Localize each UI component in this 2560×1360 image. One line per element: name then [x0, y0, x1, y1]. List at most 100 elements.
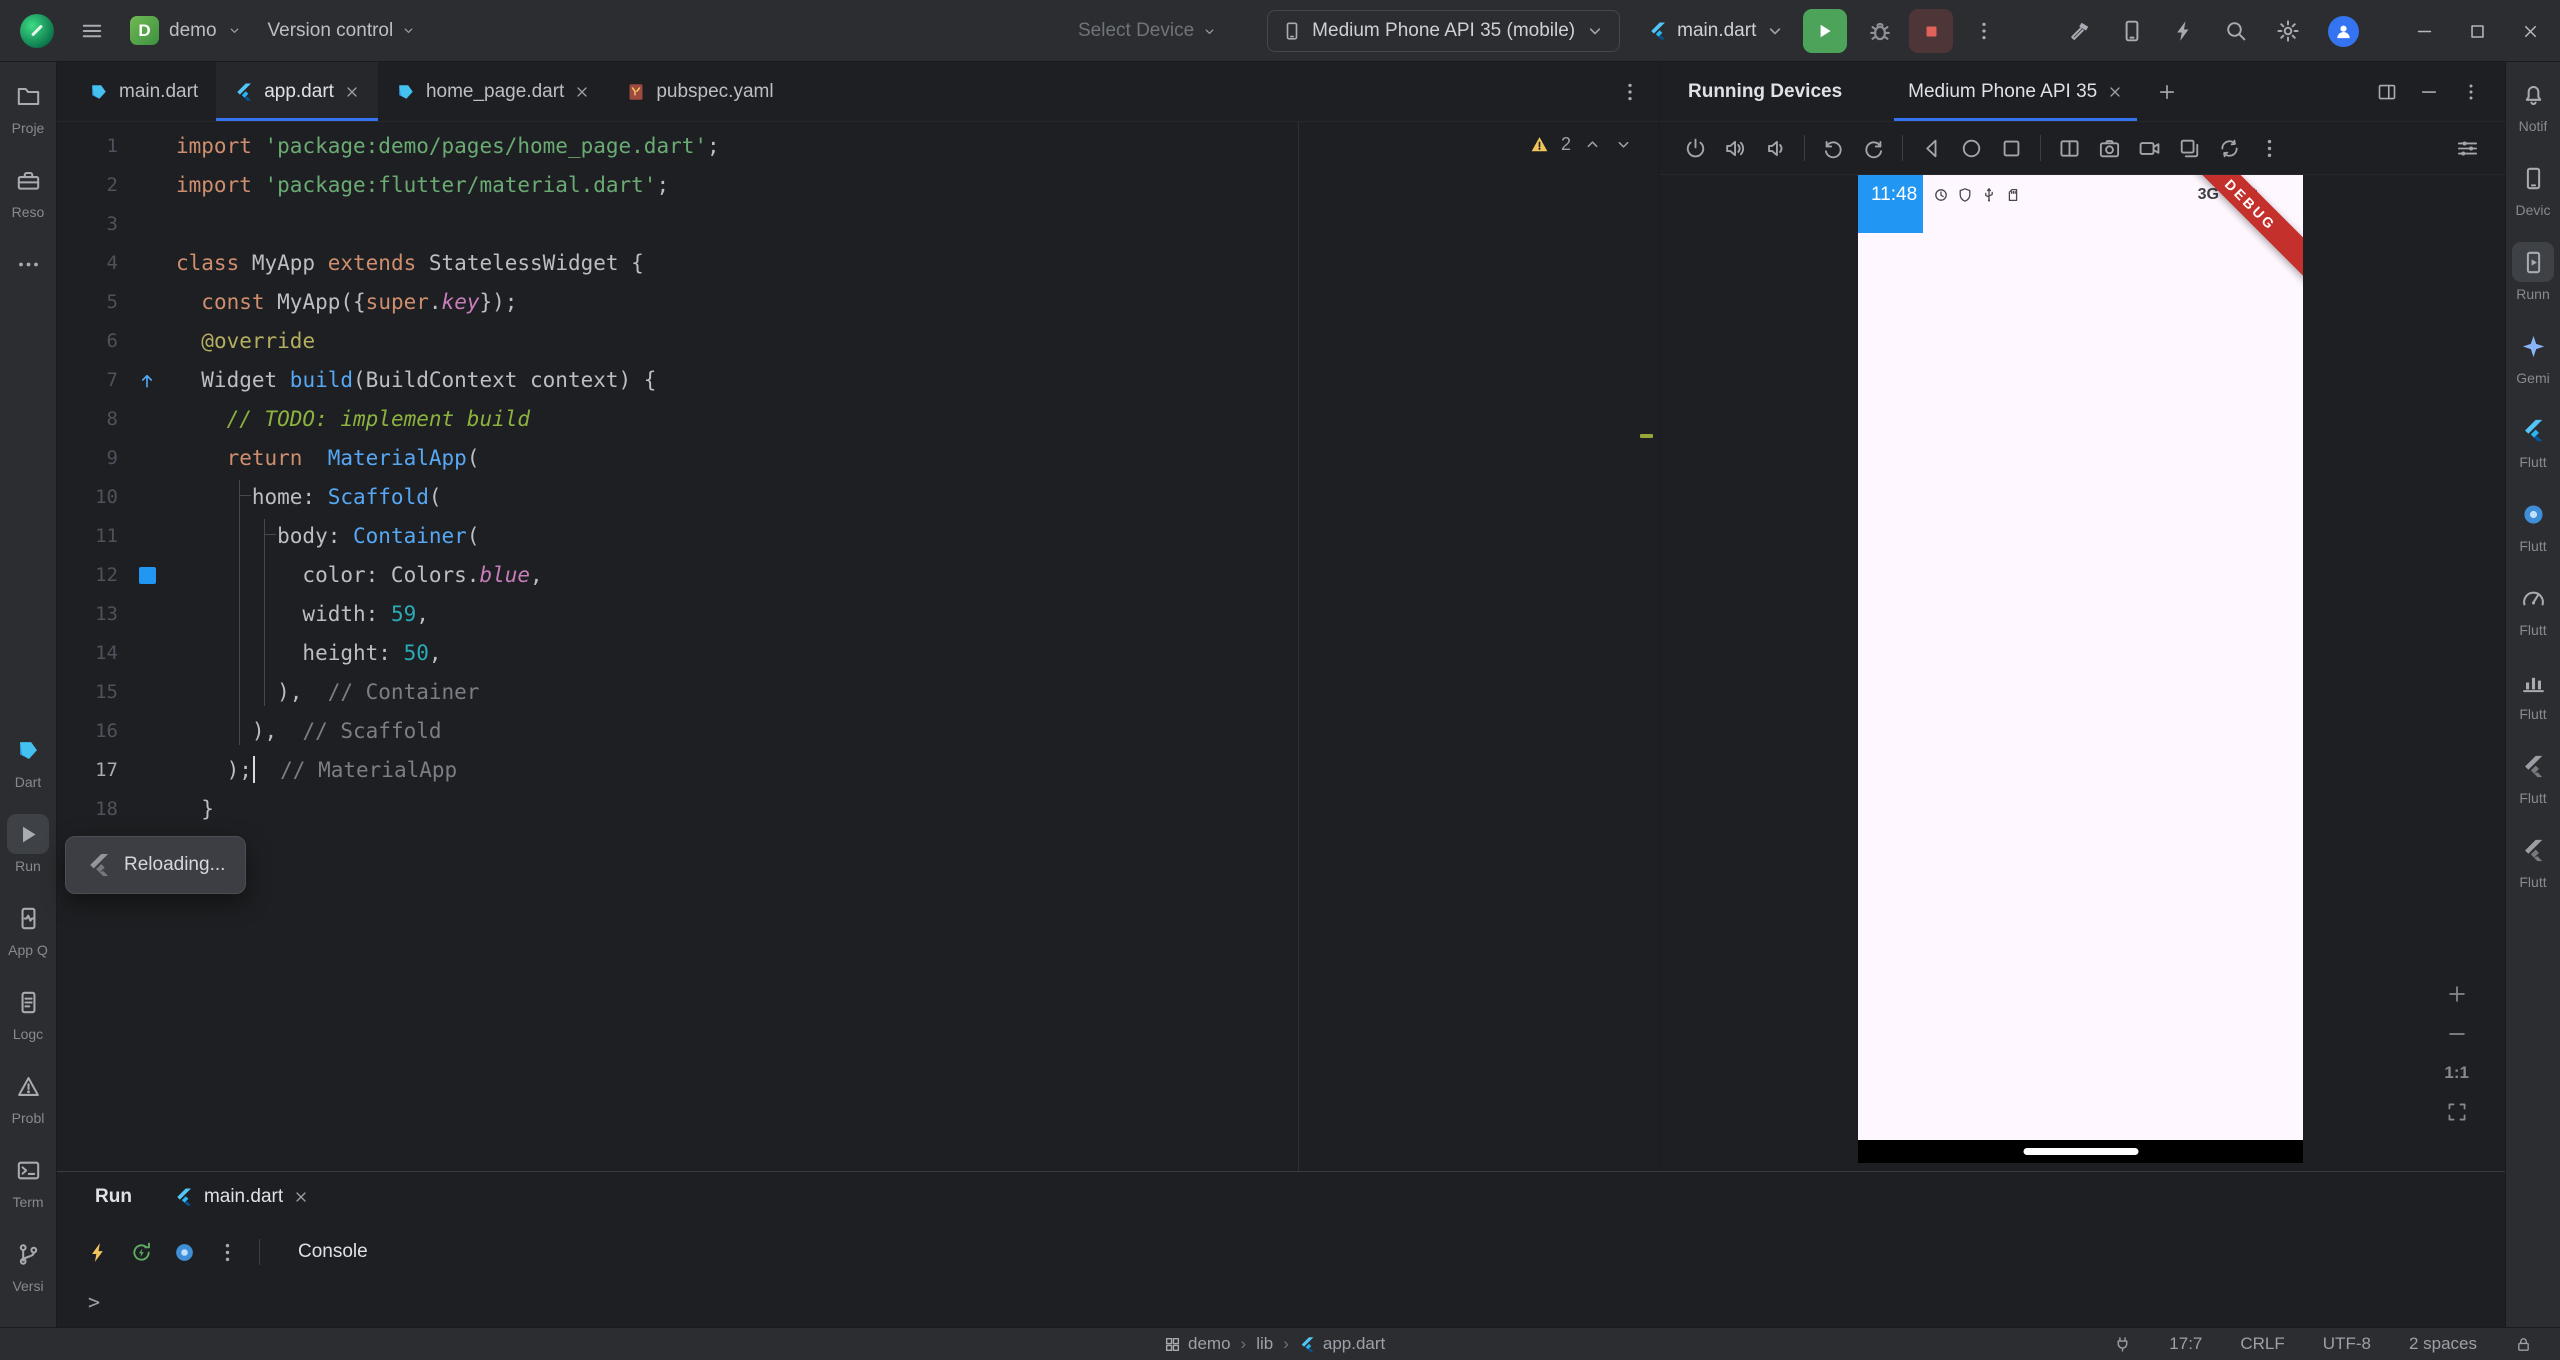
- emulator-home-icon[interactable]: [1960, 137, 1983, 160]
- gesture-pill[interactable]: [2023, 1148, 2138, 1155]
- devtools-icon[interactable]: [173, 1241, 196, 1264]
- editor-tab-pubspec-yaml[interactable]: pubspec.yaml: [608, 62, 791, 121]
- hot-restart-icon[interactable]: [130, 1241, 153, 1264]
- code-line[interactable]: 19}: [57, 829, 1659, 868]
- tool-button-version-control[interactable]: Versi: [0, 1226, 56, 1310]
- zoom-reset-button[interactable]: 1:1: [2444, 1063, 2469, 1083]
- code-line[interactable]: 5 const MyApp({super.key});: [57, 283, 1659, 322]
- code-line[interactable]: 10 home: Scaffold(: [57, 478, 1659, 517]
- hot-reload-icon[interactable]: [87, 1241, 110, 1264]
- console-tab[interactable]: Console: [298, 1241, 368, 1263]
- emulator-layers-icon[interactable]: [2178, 137, 2201, 160]
- tool-button-running-devices[interactable]: Runn: [2506, 234, 2560, 318]
- tool-button-app-quality-insights[interactable]: App Q: [0, 890, 56, 974]
- tool-button-device-manager[interactable]: Devic: [2506, 150, 2560, 234]
- emulator-volume-up-icon[interactable]: [1724, 137, 1747, 160]
- version-control-menu[interactable]: Version control: [268, 20, 417, 42]
- tool-button-resource-manager[interactable]: Reso: [0, 152, 56, 236]
- tool-button-flutter-outline[interactable]: Flutt: [2506, 738, 2560, 822]
- emulator-rotate-right-icon[interactable]: [1862, 137, 1885, 160]
- breadcrumb-item-demo[interactable]: demo: [1164, 1334, 1231, 1354]
- zoom-out-button[interactable]: [2446, 1023, 2468, 1045]
- tool-button-terminal[interactable]: Term: [0, 1142, 56, 1226]
- color-preview-swatch[interactable]: [138, 567, 156, 584]
- editor-tab-app-dart[interactable]: app.dart: [216, 62, 378, 121]
- tool-button-gemini[interactable]: Gemi: [2506, 318, 2560, 402]
- code-line[interactable]: 13 width: 59,: [57, 595, 1659, 634]
- emulator-volume-down-icon[interactable]: [1764, 137, 1787, 160]
- phone-screen[interactable]: 11:48 3G DEBUG: [1858, 175, 2303, 1163]
- code-editor[interactable]: 1 import 'package:demo/pages/home_page.da…: [57, 122, 1659, 1171]
- profiler-icon[interactable]: [2172, 19, 2196, 43]
- fit-screen-button[interactable]: [2446, 1101, 2468, 1123]
- maximize-button[interactable]: [2468, 22, 2487, 41]
- run-config-dropdown[interactable]: main.dart: [1648, 20, 1785, 42]
- code-line[interactable]: 6 @override: [57, 322, 1659, 361]
- override-gutter-icon[interactable]: [137, 371, 157, 391]
- code-line[interactable]: 8 // TODO: implement build: [57, 400, 1659, 439]
- debug-button[interactable]: [1867, 18, 1893, 44]
- run-button[interactable]: [1803, 9, 1848, 53]
- breadcrumb-item-app.dart[interactable]: app.dart: [1299, 1334, 1385, 1354]
- status-analysis-plug[interactable]: [2114, 1336, 2131, 1353]
- code-line[interactable]: 3: [57, 205, 1659, 244]
- breadcrumb-item-lib[interactable]: lib: [1256, 1334, 1273, 1354]
- code-line[interactable]: 7 Widget build(BuildContext context) {: [57, 361, 1659, 400]
- code-line[interactable]: 12 color: Colors.blue,: [57, 556, 1659, 595]
- tool-button-notifications[interactable]: Notif: [2506, 66, 2560, 150]
- status-encoding[interactable]: UTF-8: [2323, 1334, 2371, 1354]
- tool-button-dart-analysis[interactable]: Dart: [0, 722, 56, 806]
- editor-tab-main-dart[interactable]: main.dart: [71, 62, 216, 121]
- emulator-back-icon[interactable]: [1920, 137, 1943, 160]
- stop-button[interactable]: [1909, 9, 1954, 53]
- emulator-camera-icon[interactable]: [2098, 137, 2121, 160]
- status-line-separator[interactable]: CRLF: [2240, 1334, 2284, 1354]
- emulator-video-icon[interactable]: [2138, 137, 2161, 160]
- emulator-power-icon[interactable]: [1684, 137, 1707, 160]
- settings-gear-icon[interactable]: [2276, 19, 2300, 43]
- device-selector-dropdown[interactable]: Medium Phone API 35 (mobile): [1267, 10, 1621, 52]
- prev-problem-button[interactable]: [1583, 135, 1602, 154]
- zoom-in-button[interactable]: [2446, 983, 2468, 1005]
- tab-list-menu-button[interactable]: [1619, 81, 1641, 103]
- code-line[interactable]: 1 import 'package:demo/pages/home_page.da…: [57, 127, 1659, 166]
- close-icon[interactable]: [2107, 84, 2123, 100]
- tool-button-logcat[interactable]: Logc: [0, 974, 56, 1058]
- main-menu-icon[interactable]: [80, 19, 104, 43]
- add-device-tab-button[interactable]: [2157, 82, 2177, 102]
- tool-button-run[interactable]: Run: [0, 806, 56, 890]
- code-line[interactable]: 18 }: [57, 790, 1659, 829]
- console-output[interactable]: >: [57, 1282, 2505, 1327]
- emulator-rotate-left-icon[interactable]: [1822, 137, 1845, 160]
- device-manager-icon[interactable]: [2120, 19, 2144, 43]
- minimize-button[interactable]: [2415, 22, 2434, 41]
- emulator-overview-icon[interactable]: [2000, 137, 2023, 160]
- code-line[interactable]: 9 return MaterialApp(: [57, 439, 1659, 478]
- tool-button-flutter-profiler[interactable]: Flutt: [2506, 654, 2560, 738]
- emulator-sync-icon[interactable]: [2218, 137, 2241, 160]
- close-button[interactable]: [2521, 22, 2540, 41]
- tool-button-flutter-tool-1[interactable]: Flutt: [2506, 402, 2560, 486]
- close-icon[interactable]: [293, 1189, 309, 1205]
- tool-button-flutter-performance[interactable]: Flutt: [2506, 570, 2560, 654]
- tool-button-flutter-tool-2[interactable]: Flutt: [2506, 822, 2560, 906]
- emulator-more-vertical-icon[interactable]: [2258, 137, 2281, 160]
- close-tab-icon[interactable]: [344, 84, 360, 100]
- project-selector[interactable]: D demo: [130, 16, 242, 45]
- tool-button-project[interactable]: Proje: [0, 68, 56, 152]
- code-line[interactable]: 15 ), // Container: [57, 673, 1659, 712]
- layout-button[interactable]: [2377, 82, 2397, 102]
- editor-tab-home-page-dart[interactable]: home_page.dart: [378, 62, 608, 121]
- close-tab-icon[interactable]: [574, 84, 590, 100]
- status-indent[interactable]: 2 spaces: [2409, 1334, 2477, 1354]
- code-line[interactable]: 17 ); // MaterialApp: [57, 751, 1659, 790]
- build-icon[interactable]: [2068, 19, 2092, 43]
- code-line[interactable]: 11 body: Container(: [57, 517, 1659, 556]
- code-line[interactable]: 2 import 'package:flutter/material.dart';: [57, 166, 1659, 205]
- tool-button-problems[interactable]: Probl: [0, 1058, 56, 1142]
- run-tab[interactable]: main.dart: [174, 1186, 309, 1208]
- code-line[interactable]: 16 ), // Scaffold: [57, 712, 1659, 751]
- avatar[interactable]: [2328, 15, 2359, 47]
- more-run-actions-icon[interactable]: [1973, 20, 1995, 42]
- status-caret-position[interactable]: 17:7: [2169, 1334, 2202, 1354]
